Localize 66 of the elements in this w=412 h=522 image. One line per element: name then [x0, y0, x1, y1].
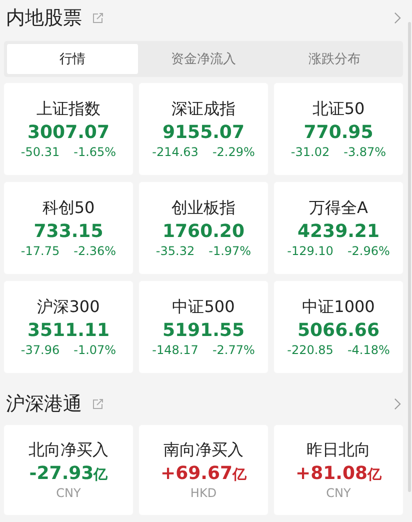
- index-card[interactable]: 上证指数 3007.07 -50.31 -1.65%: [4, 83, 133, 175]
- index-card[interactable]: 科创50 733.15 -17.75 -2.36%: [4, 182, 133, 274]
- chevron-right-icon[interactable]: [394, 398, 401, 410]
- tab[interactable]: 涨跌分布: [269, 44, 400, 74]
- index-name: 北证50: [312, 99, 365, 120]
- flow-card[interactable]: 昨日北向 +81.08亿 CNY: [274, 425, 403, 515]
- index-name: 中证1000: [302, 297, 375, 318]
- change-percent: -2.29%: [212, 145, 255, 159]
- change-percent: -3.87%: [344, 145, 386, 159]
- change-percent: -2.36%: [74, 244, 116, 258]
- change-amount: -37.96: [20, 343, 60, 357]
- index-card[interactable]: 北证50 770.95 -31.02 -3.87%: [274, 83, 403, 175]
- index-card[interactable]: 万得全A 4239.21 -129.10 -2.96%: [274, 182, 403, 274]
- section-title: 内地股票: [6, 6, 82, 31]
- change-percent: -4.18%: [347, 343, 390, 357]
- share-icon[interactable]: [92, 12, 104, 24]
- index-card[interactable]: 深证成指 9155.07 -214.63 -2.29%: [139, 83, 268, 175]
- index-value: 733.15: [34, 221, 104, 242]
- currency-label: HKD: [190, 486, 217, 500]
- change-percent: -1.07%: [74, 343, 116, 357]
- flow-name: 昨日北向: [306, 440, 370, 461]
- index-card[interactable]: 中证500 5191.55 -148.17 -2.77%: [139, 281, 268, 373]
- index-value: 5191.55: [162, 320, 244, 341]
- flow-card[interactable]: 南向净买入 +69.67亿 HKD: [139, 425, 268, 515]
- change-amount: -129.10: [287, 244, 334, 258]
- index-value: 9155.07: [162, 122, 244, 143]
- change-amount: -50.31: [20, 145, 60, 159]
- index-name: 深证成指: [172, 99, 236, 120]
- change-amount: -220.85: [287, 343, 334, 357]
- flow-card[interactable]: 北向净买入 -27.93亿 CNY: [4, 425, 133, 515]
- change-amount: -148.17: [152, 343, 198, 357]
- flow-name: 南向净买入: [164, 440, 244, 461]
- index-name: 万得全A: [309, 198, 368, 219]
- index-value: 770.95: [304, 122, 374, 143]
- currency-label: CNY: [56, 486, 81, 500]
- index-name: 创业板指: [172, 198, 236, 219]
- index-value: 3511.11: [28, 320, 110, 341]
- change-percent: -2.77%: [212, 343, 255, 357]
- section-title: 沪深港通: [6, 392, 82, 417]
- change-amount: -35.32: [156, 244, 195, 258]
- index-card[interactable]: 创业板指 1760.20 -35.32 -1.97%: [139, 182, 268, 274]
- index-name: 中证500: [172, 297, 235, 318]
- index-name: 沪深300: [37, 297, 100, 318]
- index-name: 科创50: [42, 198, 95, 219]
- currency-label: CNY: [326, 486, 351, 500]
- index-card[interactable]: 沪深300 3511.11 -37.96 -1.07%: [4, 281, 133, 373]
- tab[interactable]: 行情: [7, 44, 138, 74]
- flow-name: 北向净买入: [28, 440, 108, 461]
- index-card[interactable]: 中证1000 5066.66 -220.85 -4.18%: [274, 281, 403, 373]
- flow-value: +81.08亿: [295, 463, 382, 484]
- change-amount: -17.75: [20, 244, 60, 258]
- index-value: 5066.66: [298, 320, 380, 341]
- change-amount: -214.63: [152, 145, 198, 159]
- change-percent: -1.65%: [74, 145, 116, 159]
- index-value: 1760.20: [162, 221, 244, 242]
- flow-value: +69.67亿: [160, 463, 247, 484]
- index-value: 3007.07: [28, 122, 110, 143]
- index-name: 上证指数: [36, 99, 100, 120]
- change-amount: -31.02: [290, 145, 330, 159]
- share-icon[interactable]: [92, 398, 104, 410]
- change-percent: -2.96%: [347, 244, 390, 258]
- tab[interactable]: 资金净流入: [138, 44, 269, 74]
- flow-value: -27.93亿: [29, 463, 108, 484]
- index-value: 4239.21: [298, 221, 380, 242]
- chevron-right-icon[interactable]: [394, 12, 401, 24]
- change-percent: -1.97%: [208, 244, 252, 258]
